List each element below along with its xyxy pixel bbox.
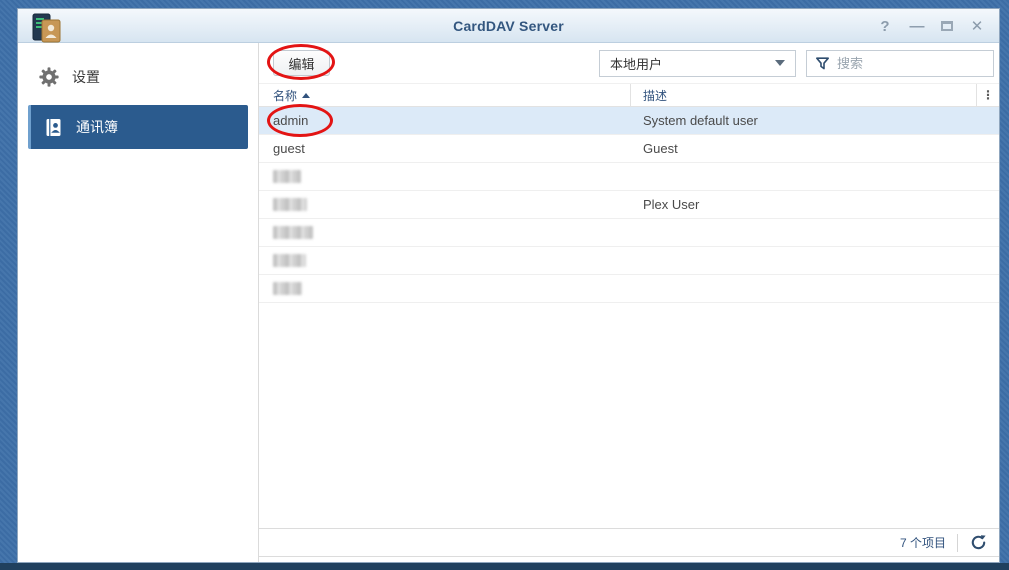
cell-name: guest xyxy=(259,141,631,156)
search-box[interactable] xyxy=(806,50,994,77)
carddav-app-icon xyxy=(28,13,66,45)
cell-name: admin xyxy=(259,113,631,128)
sidebar: 设置 通讯簿 xyxy=(18,43,259,562)
bottom-window-edge xyxy=(0,563,1009,570)
sidebar-item-address-book[interactable]: 通讯簿 xyxy=(28,105,248,149)
gear-icon xyxy=(38,66,60,88)
redacted-username xyxy=(273,226,313,239)
close-button[interactable]: ✕ xyxy=(969,19,985,34)
minimize-button[interactable]: — xyxy=(909,19,925,34)
table-row[interactable] xyxy=(259,247,999,275)
toolbar: 编辑 本地用户 xyxy=(259,43,999,83)
table-row[interactable]: Plex User xyxy=(259,191,999,219)
sidebar-item-label: 通讯簿 xyxy=(76,117,118,137)
filter-icon xyxy=(815,56,830,71)
table-row[interactable]: guest Guest xyxy=(259,135,999,163)
table-row[interactable] xyxy=(259,163,999,191)
help-button[interactable]: ? xyxy=(877,19,893,34)
window-controls: ? — ✕ xyxy=(877,9,985,43)
column-header-name[interactable]: 名称 xyxy=(259,84,631,106)
main-area: 设置 通讯簿 编辑 本地用户 xyxy=(18,43,999,562)
content-panel: 编辑 本地用户 名称 xyxy=(259,43,999,562)
table-row[interactable] xyxy=(259,219,999,247)
redacted-username xyxy=(273,170,301,183)
table-header: 名称 描述 ⋮ xyxy=(259,83,999,107)
cell-description: System default user xyxy=(631,113,999,128)
table-row[interactable]: admin System default user xyxy=(259,107,999,135)
column-settings-menu-icon[interactable]: ⋮ xyxy=(977,89,999,101)
maximize-button[interactable] xyxy=(941,21,953,31)
sidebar-item-label: 设置 xyxy=(72,67,100,87)
window-title: CardDAV Server xyxy=(453,18,564,34)
titlebar: CardDAV Server ? — ✕ xyxy=(18,9,999,43)
footer-bar: 7 个项目 xyxy=(259,528,999,557)
table-rows: admin System default user guest Guest Pl… xyxy=(259,107,999,303)
cell-name xyxy=(259,282,631,295)
cell-description: Guest xyxy=(631,141,999,156)
empty-list-area xyxy=(259,303,999,528)
carddav-server-window: CardDAV Server ? — ✕ xyxy=(17,8,1000,563)
cell-name xyxy=(259,198,631,211)
table-row[interactable] xyxy=(259,275,999,303)
cell-name xyxy=(259,226,631,239)
redacted-username xyxy=(273,282,302,295)
redacted-username xyxy=(273,198,307,211)
address-book-icon xyxy=(42,116,64,138)
user-source-dropdown[interactable]: 本地用户 xyxy=(599,50,796,77)
column-header-description[interactable]: 描述 xyxy=(631,84,977,106)
refresh-icon[interactable] xyxy=(969,534,987,552)
dropdown-value: 本地用户 xyxy=(610,54,662,73)
cell-description: Plex User xyxy=(631,197,999,212)
footer-divider xyxy=(957,534,958,552)
item-count: 7 个项目 xyxy=(900,534,946,551)
chevron-down-icon xyxy=(775,60,785,66)
sort-ascending-icon xyxy=(302,93,310,98)
sidebar-item-settings[interactable]: 设置 xyxy=(30,61,246,93)
redacted-username xyxy=(273,254,306,267)
cell-name xyxy=(259,254,631,267)
edit-button[interactable]: 编辑 xyxy=(273,50,330,76)
search-input[interactable] xyxy=(837,56,985,71)
cell-name xyxy=(259,170,631,183)
